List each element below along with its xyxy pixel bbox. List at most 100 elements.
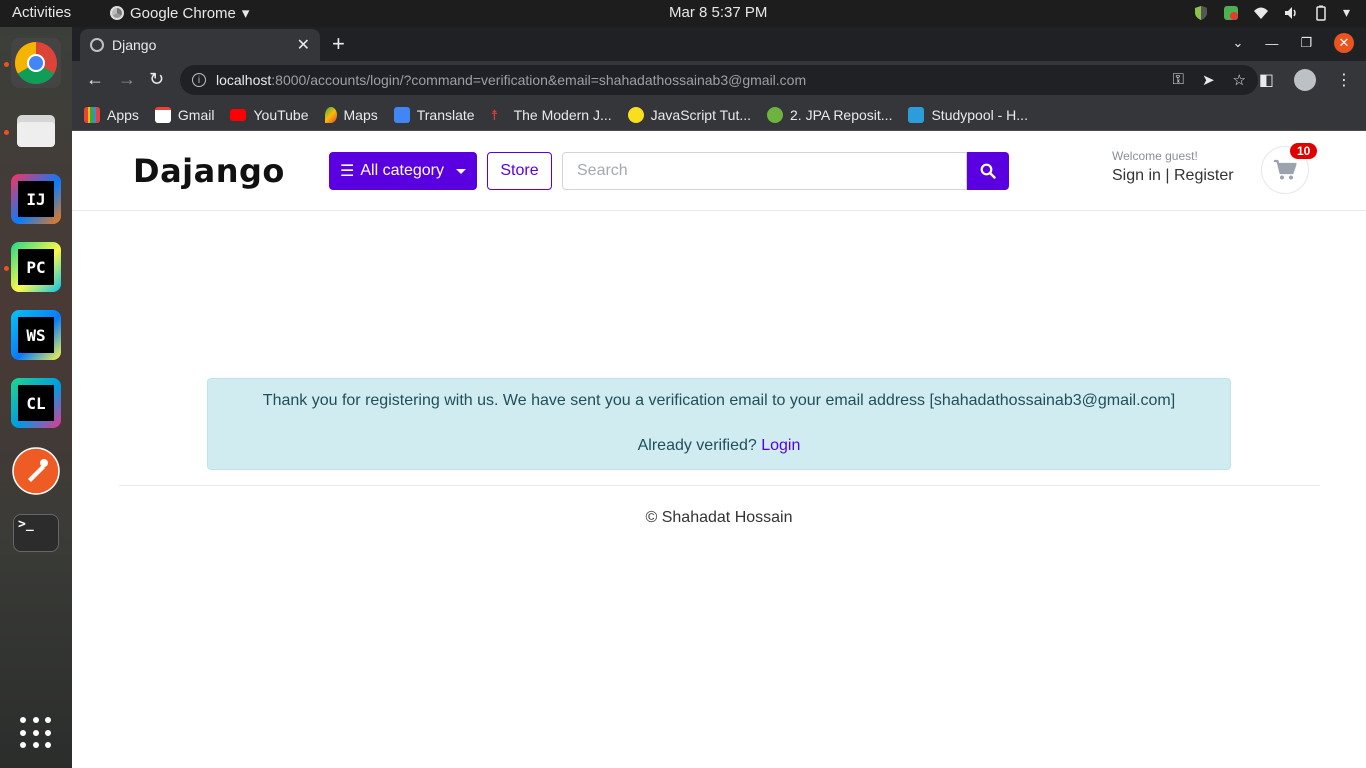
bookmark-modern-js[interactable]: ☨ The Modern J... bbox=[491, 107, 612, 123]
cart-count-badge: 10 bbox=[1290, 143, 1318, 159]
folder-icon bbox=[17, 115, 55, 147]
volume-icon bbox=[1284, 6, 1296, 19]
search-button[interactable] bbox=[967, 152, 1009, 190]
bookmark-label: JavaScript Tut... bbox=[650, 106, 751, 123]
bookmark-studypool[interactable]: Studypool - H... bbox=[908, 106, 1028, 123]
search-form bbox=[562, 152, 1009, 190]
tab-strip: Django ✕ + ⌄ — ❐ ✕ bbox=[72, 27, 1366, 61]
dock-webstorm[interactable]: WS bbox=[11, 310, 61, 360]
welcome-text: Welcome guest! bbox=[1112, 149, 1198, 163]
send-icon[interactable]: ➤ bbox=[1202, 71, 1215, 89]
dock-pycharm[interactable]: PC bbox=[11, 242, 61, 292]
chevron-down-icon: ▾ bbox=[241, 5, 250, 22]
studypool-icon bbox=[908, 106, 925, 123]
reload-icon[interactable]: ↻ bbox=[149, 69, 164, 90]
bookmark-maps[interactable]: Maps bbox=[324, 106, 378, 123]
show-apps-button[interactable] bbox=[20, 717, 52, 749]
apps-grid-icon bbox=[84, 106, 100, 123]
window-close-button[interactable]: ✕ bbox=[1334, 33, 1354, 53]
bookmark-gmail[interactable]: Gmail bbox=[154, 106, 215, 123]
star-icon[interactable]: ☆ bbox=[1233, 71, 1246, 89]
bookmark-label: Translate bbox=[416, 106, 475, 123]
key-icon[interactable]: ⚿ bbox=[1173, 71, 1184, 89]
tab-title: Django bbox=[112, 37, 157, 53]
address-bar[interactable]: i localhost:8000/accounts/login/?command… bbox=[180, 65, 1258, 95]
forward-arrow-icon[interactable]: → bbox=[118, 69, 136, 90]
all-category-label: All category bbox=[360, 162, 444, 179]
search-icon bbox=[980, 163, 996, 179]
close-icon[interactable]: ✕ bbox=[297, 35, 310, 55]
more-menu-icon[interactable]: ⋮ bbox=[1336, 70, 1352, 90]
shopping-cart-icon bbox=[1274, 159, 1297, 180]
tab-search-icon[interactable]: ⌄ bbox=[1232, 35, 1243, 51]
dock-clion-label: CL bbox=[18, 385, 54, 421]
auth-links: Sign in | Register bbox=[1112, 167, 1234, 185]
sign-in-link[interactable]: Sign in bbox=[1112, 167, 1161, 184]
site-logo[interactable]: Dajango bbox=[133, 152, 285, 190]
dock-intellij-label: IJ bbox=[18, 181, 54, 217]
alert-login-line: Already verified? Login bbox=[208, 437, 1230, 455]
new-tab-button[interactable]: + bbox=[332, 31, 345, 57]
app-menu[interactable]: Google Chrome ▾ bbox=[110, 4, 249, 22]
dock-clion[interactable]: CL bbox=[11, 378, 61, 428]
back-arrow-icon[interactable]: ← bbox=[86, 69, 104, 90]
activities-button[interactable]: Activities bbox=[12, 4, 71, 21]
bookmark-javascript-tutorial[interactable]: JavaScript Tut... bbox=[627, 106, 751, 123]
maps-pin-icon bbox=[324, 106, 337, 123]
footer-copyright: © Shahadat Hossain bbox=[645, 509, 793, 526]
store-button[interactable]: Store bbox=[487, 152, 552, 190]
all-category-button[interactable]: ☰ All category bbox=[329, 152, 477, 190]
bookmark-apps[interactable]: Apps bbox=[84, 106, 139, 123]
system-top-bar: Activities Google Chrome ▾ Mar 8 5:37 PM… bbox=[0, 0, 1366, 27]
login-link[interactable]: Login bbox=[761, 437, 800, 454]
power-menu-chevron-icon: ▾ bbox=[1342, 4, 1350, 20]
maximize-button[interactable]: ❐ bbox=[1300, 35, 1312, 51]
running-indicator bbox=[4, 130, 9, 135]
bookmarks-bar: Apps Gmail YouTube Maps Translate ☨ The … bbox=[72, 99, 1366, 131]
store-label: Store bbox=[500, 162, 539, 179]
battery-icon bbox=[1316, 5, 1326, 21]
js-icon bbox=[627, 106, 644, 123]
auth-separator: | bbox=[1165, 167, 1174, 184]
spring-leaf-icon bbox=[767, 106, 783, 123]
dock-terminal-label: >_ bbox=[18, 517, 34, 532]
dock: IJ PC WS CL >_ bbox=[0, 27, 72, 768]
dock-webstorm-label: WS bbox=[18, 317, 54, 353]
url-host: localhost bbox=[216, 72, 272, 88]
window-controls: ⌄ — ❐ ✕ bbox=[1232, 33, 1354, 53]
omnibox-actions: ⚿ ➤ ☆ bbox=[1173, 71, 1246, 89]
url-path: :8000/accounts/login/?command=verificati… bbox=[271, 72, 807, 88]
bookmark-jpa-repository[interactable]: 2. JPA Reposit... bbox=[767, 106, 892, 123]
wifi-icon bbox=[1253, 7, 1268, 19]
dock-chrome[interactable] bbox=[11, 38, 61, 88]
dock-intellij[interactable]: IJ bbox=[11, 174, 61, 224]
minimize-button[interactable]: — bbox=[1265, 36, 1278, 51]
postman-icon bbox=[12, 447, 60, 495]
person-icon: ☨ bbox=[490, 106, 499, 123]
clock[interactable]: Mar 8 5:37 PM bbox=[669, 4, 767, 21]
verified-prompt: Already verified? bbox=[637, 437, 762, 454]
dock-files[interactable] bbox=[11, 106, 61, 156]
bookmark-youtube[interactable]: YouTube bbox=[230, 107, 309, 123]
browser-tab[interactable]: Django ✕ bbox=[80, 29, 320, 61]
bookmark-label: Gmail bbox=[177, 106, 215, 123]
app-menu-label: Google Chrome bbox=[130, 4, 236, 22]
side-panel-icon[interactable]: ◧ bbox=[1259, 70, 1274, 90]
translate-icon bbox=[393, 106, 410, 123]
chrome-icon bbox=[110, 6, 124, 20]
profile-avatar[interactable] bbox=[1294, 69, 1316, 91]
dock-pycharm-label: PC bbox=[18, 249, 54, 285]
menu-bars-icon: ☰ bbox=[340, 163, 355, 180]
web-page: Dajango ☰ All category Store Welcome gue… bbox=[72, 132, 1366, 768]
system-tray[interactable]: ▾ bbox=[1193, 4, 1350, 21]
verification-alert: Thank you for registering with us. We ha… bbox=[207, 378, 1231, 470]
search-input[interactable] bbox=[562, 152, 967, 190]
footer-divider bbox=[119, 485, 1320, 486]
site-info-icon[interactable]: i bbox=[192, 73, 206, 87]
bookmark-label: Maps bbox=[343, 106, 378, 123]
register-link[interactable]: Register bbox=[1174, 167, 1234, 184]
dock-postman[interactable] bbox=[11, 446, 61, 496]
browser-toolbar: ← → ↻ i localhost:8000/accounts/login/?c… bbox=[72, 61, 1366, 99]
dock-terminal[interactable]: >_ bbox=[13, 514, 59, 552]
bookmark-translate[interactable]: Translate bbox=[393, 106, 475, 123]
